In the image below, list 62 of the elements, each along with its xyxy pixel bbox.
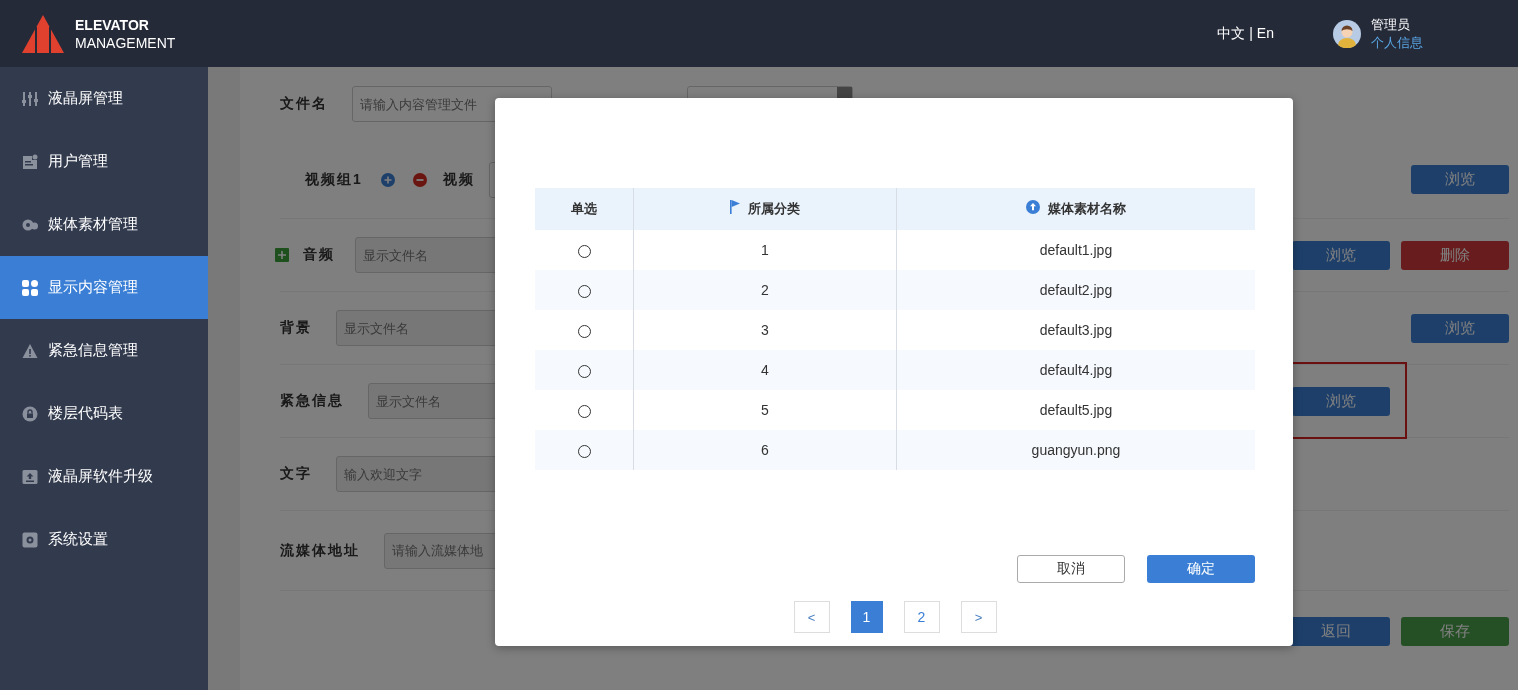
add-icon (380, 172, 395, 187)
document-icon (22, 153, 38, 170)
field-label: 视频组1 (305, 170, 363, 189)
add-icon (275, 248, 289, 262)
table-cell: guangyun.png (1031, 442, 1121, 458)
sidebar-item[interactable]: 系统设置 (0, 508, 208, 571)
page-button[interactable]: 1 (850, 601, 883, 633)
previous-page-button[interactable]: < (793, 601, 830, 633)
logo-text: ELEVATOR (75, 15, 150, 34)
sidebar-item[interactable]: 显示内容管理 (0, 256, 208, 319)
button[interactable]: 浏览 (1411, 165, 1509, 194)
profile-link[interactable]: 个人信息 (1371, 33, 1423, 52)
sidebar-item[interactable]: 紧急信息管理 (0, 319, 208, 382)
avatar-icon (1333, 19, 1361, 48)
button[interactable]: 浏览 (1411, 313, 1509, 343)
column-header: 单选 (571, 201, 597, 216)
column-header: 媒体素材名称 (1048, 201, 1126, 216)
table-cell: default1.jpg (1039, 242, 1113, 258)
sidebar-item[interactable]: 液晶屏管理 (0, 67, 208, 130)
user-name: 管理员 (1371, 15, 1411, 34)
table-cell: default3.jpg (1039, 322, 1113, 338)
warning-icon (22, 342, 38, 359)
table-cell: 1 (761, 242, 769, 258)
table-cell: 2 (761, 282, 769, 298)
logo-subtitle: MANAGEMENT (75, 33, 176, 52)
column-header: 所属分类 (748, 201, 800, 216)
field-label: 紧急信息 (280, 392, 344, 410)
grid-icon (22, 279, 38, 296)
table-cell: 5 (761, 402, 769, 418)
field-label: 文件名 (280, 95, 328, 113)
button[interactable]: 浏览 (1292, 386, 1390, 416)
upload-icon (22, 468, 38, 485)
field-label: 文字 (280, 465, 312, 483)
field-label: 背景 (280, 319, 312, 337)
table-cell: default4.jpg (1039, 362, 1113, 378)
upload-icon (1026, 200, 1040, 214)
table-cell: 6 (761, 442, 769, 458)
sidebar-item[interactable]: 楼层代码表 (0, 382, 208, 445)
gear-icon (22, 531, 38, 548)
field-label: 流媒体地址 (280, 541, 360, 560)
table-cell: 4 (761, 362, 769, 378)
button[interactable]: 确定 (1147, 555, 1255, 583)
logo-icon (22, 14, 64, 53)
field-label: 音频 (303, 246, 335, 264)
language-label: 中文 | En (1217, 24, 1274, 43)
table-cell: default2.jpg (1039, 282, 1113, 298)
save-button[interactable]: 保存 (1401, 616, 1509, 646)
flag-icon (730, 200, 740, 214)
sliders-icon (22, 90, 38, 107)
table-cell: default5.jpg (1039, 402, 1113, 418)
field-label: 视频 (442, 170, 475, 189)
remove-icon (412, 172, 427, 187)
button[interactable]: 取消 (1017, 555, 1125, 583)
lock-icon (22, 405, 38, 422)
page-button[interactable]: 2 (903, 601, 940, 633)
table-cell: 3 (761, 322, 769, 338)
delete-button[interactable]: 删除 (1401, 240, 1509, 270)
sidebar-item[interactable]: 用户管理 (0, 130, 208, 193)
next-page-button[interactable]: > (960, 601, 997, 633)
sidebar-item[interactable]: 液晶屏软件升级 (0, 445, 208, 508)
sidebar-item[interactable]: 媒体素材管理 (0, 193, 208, 256)
button[interactable]: 浏览 (1292, 240, 1390, 270)
